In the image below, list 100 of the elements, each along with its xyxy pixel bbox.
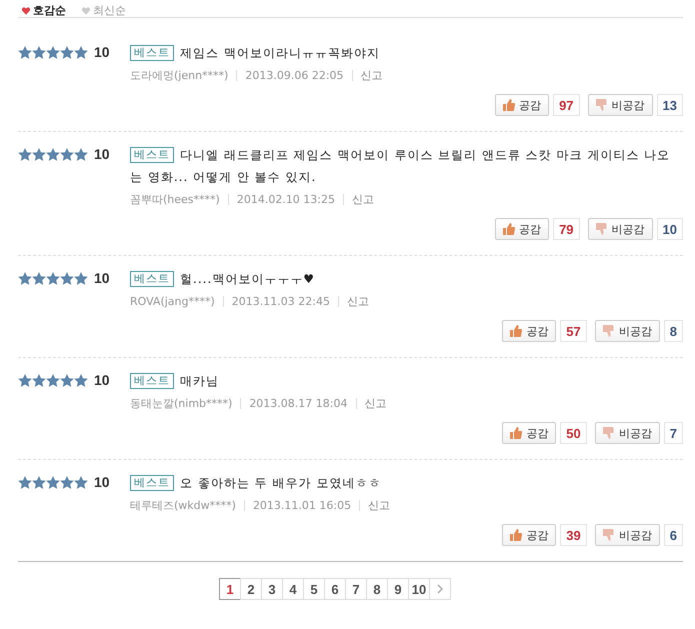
dislike-count: 13 xyxy=(656,94,683,116)
like-button[interactable]: 공감 xyxy=(502,422,556,444)
review-author: 동태눈깔(nimb****) xyxy=(130,396,232,411)
like-count: 57 xyxy=(560,320,587,342)
star-icon xyxy=(74,272,88,284)
rating-score: 10 xyxy=(94,270,110,286)
star-icon xyxy=(46,46,60,58)
like-button[interactable]: 공감 xyxy=(502,524,556,546)
best-badge: 베스트 xyxy=(130,45,174,61)
star-icon xyxy=(74,476,88,488)
like-button[interactable]: 공감 xyxy=(495,218,550,240)
star-icon xyxy=(46,476,60,488)
star-icon xyxy=(32,46,46,58)
review-author: ROVA(jang****) xyxy=(130,295,215,308)
page-link[interactable]: 2 xyxy=(240,578,262,600)
like-button[interactable]: 공감 xyxy=(495,94,550,116)
page-link[interactable]: 4 xyxy=(282,578,304,600)
review-date: 2013.09.06 22:05 xyxy=(245,69,344,82)
page-link[interactable]: 5 xyxy=(303,578,325,600)
rating-score: 10 xyxy=(94,474,110,490)
like-count: 79 xyxy=(553,218,580,240)
page-link[interactable]: 8 xyxy=(366,578,388,600)
review-date: 2013.11.01 16:05 xyxy=(252,499,352,512)
star-icon xyxy=(60,476,74,488)
thumbs-down-icon xyxy=(596,99,608,111)
thumbs-down-icon xyxy=(602,325,615,337)
review-author: 테루테즈(wkdw****) xyxy=(130,498,236,513)
review-text: 베스트 헐....맥어보이ㅜㅜㅜ♥ xyxy=(130,268,683,290)
page-link[interactable]: 7 xyxy=(345,578,367,600)
best-badge: 베스트 xyxy=(130,373,174,389)
dislike-button[interactable]: 비공감 xyxy=(594,320,660,342)
next-page-button[interactable] xyxy=(429,578,451,600)
thumbs-up-icon xyxy=(510,427,522,439)
dislike-button[interactable]: 비공감 xyxy=(588,218,653,240)
star-icon xyxy=(60,46,74,58)
like-count: 97 xyxy=(553,94,580,116)
star-icon xyxy=(18,272,32,284)
star-icon xyxy=(74,374,88,386)
star-icon xyxy=(32,148,46,160)
review-text: 베스트 매카님 xyxy=(130,370,683,392)
review-text: 베스트 제임스 맥어보이라니ㅠㅠ꼭봐야지 xyxy=(130,42,683,64)
star-icon xyxy=(32,272,46,284)
review-text: 베스트 다니엘 래드클리프 제임스 맥어보이 루이스 브릴리 앤드류 스캇 마크 게이티스 나오는 영화... 어떻게 안 볼수 있지. xyxy=(130,146,672,186)
star-icon xyxy=(46,374,60,386)
star-icon xyxy=(60,272,74,284)
star-icon xyxy=(74,46,88,58)
star-icon xyxy=(32,374,46,386)
rating-score: 10 xyxy=(94,146,110,162)
page-link[interactable]: 3 xyxy=(261,578,283,600)
thumbs-up-icon xyxy=(510,529,522,541)
rating-score: 10 xyxy=(94,372,110,388)
page-link[interactable]: 10 xyxy=(408,578,430,600)
dislike-count: 7 xyxy=(664,422,683,444)
sort-option[interactable]: 호감순 xyxy=(22,4,66,17)
star-icon xyxy=(18,46,32,58)
report-link[interactable]: 신고 xyxy=(352,192,374,207)
dislike-button[interactable]: 비공감 xyxy=(594,524,660,546)
star-icon xyxy=(46,272,60,284)
review-author: 도라에멍(jenn****) xyxy=(130,68,228,83)
dislike-count: 6 xyxy=(664,524,683,546)
review-date: 2014.02.10 13:25 xyxy=(236,193,336,206)
star-icon xyxy=(60,374,74,386)
dislike-count: 8 xyxy=(664,320,683,342)
thumbs-up-icon xyxy=(510,325,522,337)
star-icon xyxy=(32,476,46,488)
star-icon xyxy=(18,148,32,160)
star-icon xyxy=(74,148,88,160)
page-link[interactable]: 9 xyxy=(387,578,409,600)
dislike-button[interactable]: 비공감 xyxy=(594,422,660,444)
star-icon xyxy=(18,374,32,386)
thumbs-down-icon xyxy=(602,427,615,439)
star-icon xyxy=(46,148,60,160)
like-button[interactable]: 공감 xyxy=(502,320,556,342)
rating-score: 10 xyxy=(94,44,110,60)
like-count: 50 xyxy=(560,422,587,444)
best-badge: 베스트 xyxy=(130,475,174,491)
review-author: 꼼뿌따(hees****) xyxy=(130,192,220,207)
report-link[interactable]: 신고 xyxy=(368,498,390,513)
star-icon xyxy=(18,476,32,488)
best-badge: 베스트 xyxy=(130,147,174,163)
report-link[interactable]: 신고 xyxy=(360,68,383,83)
review-date: 2013.11.03 22:45 xyxy=(232,295,330,308)
thumbs-up-icon xyxy=(503,99,516,111)
like-count: 39 xyxy=(560,524,587,546)
chevron-right-icon xyxy=(437,584,443,594)
dislike-count: 10 xyxy=(656,218,683,240)
star-icon xyxy=(60,148,74,160)
review-text: 베스트 오 좋아하는 두 배우가 모였네ㅎㅎ xyxy=(130,472,683,494)
heart-icon xyxy=(82,6,90,14)
page-link[interactable]: 1 xyxy=(219,578,241,600)
thumbs-down-icon xyxy=(602,529,615,541)
page-link[interactable]: 6 xyxy=(324,578,346,600)
report-link[interactable]: 신고 xyxy=(364,396,386,411)
heart-icon xyxy=(22,6,30,14)
best-badge: 베스트 xyxy=(130,271,174,287)
report-link[interactable]: 신고 xyxy=(346,294,369,309)
thumbs-down-icon xyxy=(596,223,608,235)
dislike-button[interactable]: 비공감 xyxy=(588,94,653,116)
review-date: 2013.08.17 18:04 xyxy=(249,397,348,410)
thumbs-up-icon xyxy=(503,223,516,235)
